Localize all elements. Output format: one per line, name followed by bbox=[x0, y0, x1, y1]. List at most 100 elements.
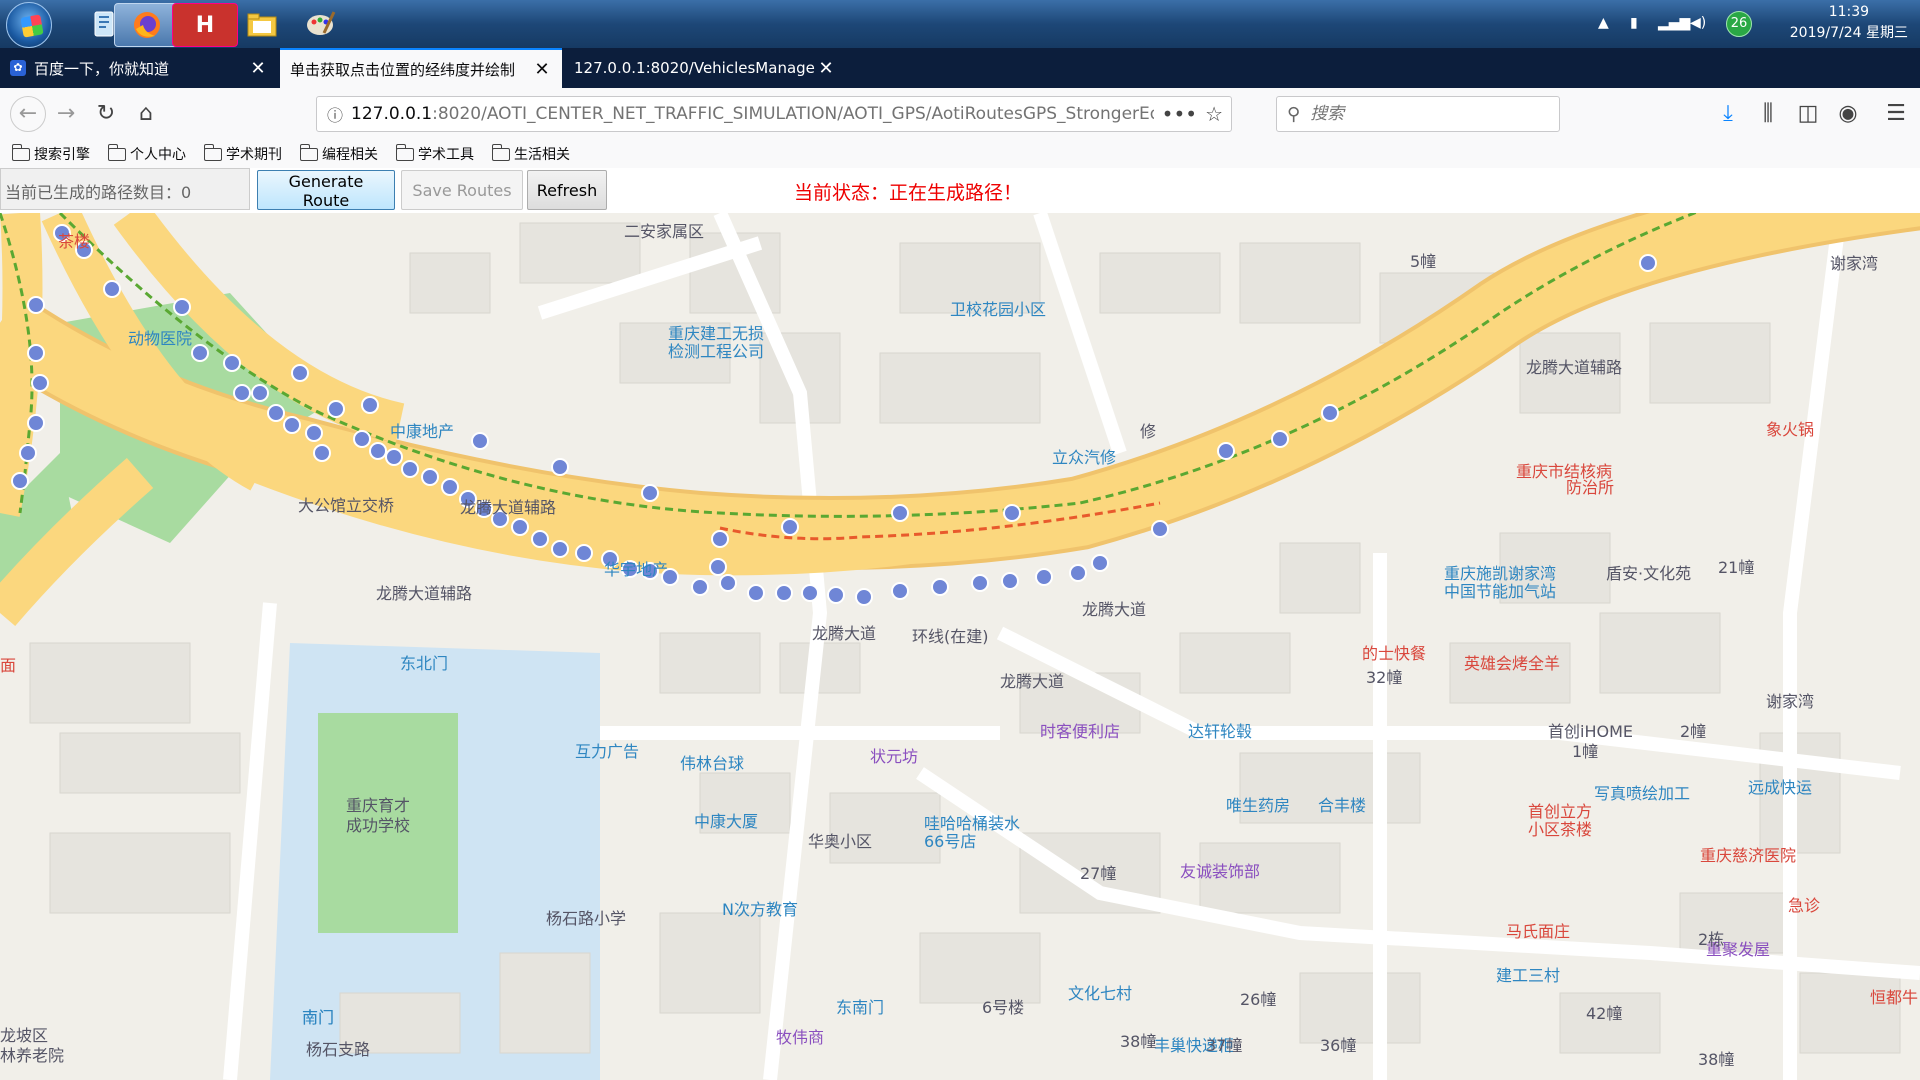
route-waypoint-marker[interactable] bbox=[27, 414, 45, 432]
bookmark-folder-academic-tools[interactable]: 学术工具 bbox=[395, 143, 474, 164]
tab-baidu[interactable]: ✿ 百度一下，你就知道 ✕ bbox=[0, 48, 278, 88]
bookmark-star-icon[interactable]: ☆ bbox=[1205, 102, 1223, 126]
map-label[interactable]: 盾安·文化苑 bbox=[1606, 560, 1691, 584]
map-label[interactable]: 龙腾大道 bbox=[1000, 668, 1064, 692]
map-label[interactable]: 华奥小区 bbox=[808, 828, 872, 852]
map-label[interactable]: 66号店 bbox=[924, 828, 976, 852]
route-waypoint-marker[interactable] bbox=[471, 432, 489, 450]
map-label[interactable]: 38幢 bbox=[1698, 1046, 1734, 1070]
route-waypoint-marker[interactable] bbox=[327, 400, 345, 418]
map-label[interactable]: 36幢 bbox=[1320, 1032, 1356, 1056]
back-arrow-icon[interactable]: ← bbox=[10, 96, 46, 132]
start-button[interactable] bbox=[6, 2, 52, 48]
map-label[interactable]: 龙腾大道 bbox=[812, 620, 876, 644]
map-label[interactable]: 象火锅 bbox=[1766, 416, 1814, 440]
map-label[interactable]: 中康地产 bbox=[390, 418, 454, 442]
map-label[interactable]: 杨石路小学 bbox=[546, 905, 626, 929]
map-label[interactable]: 马氏面庄 bbox=[1506, 918, 1570, 942]
library-icon[interactable]: ⫼ bbox=[1754, 100, 1782, 128]
map-label[interactable]: 5幢 bbox=[1410, 248, 1436, 272]
map-label[interactable]: 写真喷绘加工 bbox=[1594, 780, 1690, 804]
map-label[interactable]: 检测工程公司 bbox=[668, 338, 764, 362]
route-waypoint-marker[interactable] bbox=[775, 584, 793, 602]
map-label[interactable]: 卫校花园小区 bbox=[950, 296, 1046, 320]
close-tab-icon[interactable]: ✕ bbox=[248, 58, 268, 79]
map-label[interactable]: 2幢 bbox=[1680, 718, 1706, 742]
map-label[interactable]: 成功学校 bbox=[346, 812, 410, 836]
close-tab-icon[interactable]: ✕ bbox=[816, 58, 836, 79]
network-signal-icon[interactable]: ▂▄▆ bbox=[1658, 15, 1690, 31]
route-waypoint-marker[interactable] bbox=[971, 574, 989, 592]
route-waypoint-marker[interactable] bbox=[291, 364, 309, 382]
route-waypoint-marker[interactable] bbox=[709, 558, 727, 576]
tray-device-icon[interactable]: ▮ bbox=[1630, 15, 1638, 31]
map-label[interactable]: 状元坊 bbox=[870, 743, 918, 767]
map-label[interactable]: 动物医院 bbox=[128, 325, 192, 349]
route-waypoint-marker[interactable] bbox=[313, 444, 331, 462]
url-text[interactable]: 127.0.0.1:8020/AOTI_CENTER_NET_TRAFFIC_S… bbox=[343, 104, 1154, 124]
route-waypoint-marker[interactable] bbox=[1217, 442, 1235, 460]
route-count-field[interactable]: 当前已生成的路径数目：0 bbox=[0, 168, 250, 210]
account-icon[interactable]: ◉ bbox=[1834, 100, 1862, 128]
route-waypoint-marker[interactable] bbox=[855, 588, 873, 606]
notification-count-badge[interactable]: 26 bbox=[1726, 11, 1752, 37]
bookmark-folder-personal-center[interactable]: 个人中心 bbox=[107, 143, 186, 164]
map-label[interactable]: 达轩轮毂 bbox=[1188, 718, 1252, 742]
map-label[interactable]: 中康大厦 bbox=[694, 808, 758, 832]
route-waypoint-marker[interactable] bbox=[719, 574, 737, 592]
map-label[interactable]: 谢家湾 bbox=[1766, 688, 1814, 712]
bookmark-folder-programming[interactable]: 编程相关 bbox=[299, 143, 378, 164]
map-label[interactable]: 龙腾大道 bbox=[1082, 596, 1146, 620]
route-waypoint-marker[interactable] bbox=[711, 530, 729, 548]
map-label[interactable]: 防治所 bbox=[1566, 474, 1614, 498]
downloads-icon[interactable]: ⤓ bbox=[1714, 100, 1742, 128]
route-waypoint-marker[interactable] bbox=[267, 404, 285, 422]
route-waypoint-marker[interactable] bbox=[27, 296, 45, 314]
route-waypoint-marker[interactable] bbox=[401, 460, 419, 478]
map-label[interactable]: 英雄会烤全羊 bbox=[1464, 650, 1560, 674]
route-waypoint-marker[interactable] bbox=[511, 518, 529, 536]
route-waypoint-marker[interactable] bbox=[1001, 572, 1019, 590]
volume-icon[interactable]: ◀) bbox=[1690, 15, 1706, 31]
reload-icon[interactable]: ↻ bbox=[92, 100, 120, 128]
map-label[interactable]: 面 bbox=[0, 652, 16, 676]
map-label[interactable]: 建工三村 bbox=[1496, 962, 1560, 986]
map-label[interactable]: 牧伟商 bbox=[776, 1024, 824, 1048]
map-label[interactable]: 东北门 bbox=[400, 650, 448, 674]
map-label[interactable]: 二安家属区 bbox=[624, 218, 704, 242]
route-waypoint-marker[interactable] bbox=[353, 430, 371, 448]
route-waypoint-marker[interactable] bbox=[575, 544, 593, 562]
route-waypoint-marker[interactable] bbox=[173, 298, 191, 316]
route-waypoint-marker[interactable] bbox=[801, 584, 819, 602]
map-label[interactable]: 修 bbox=[1140, 418, 1156, 442]
route-waypoint-marker[interactable] bbox=[441, 478, 459, 496]
bookmark-folder-life[interactable]: 生活相关 bbox=[491, 143, 570, 164]
home-icon[interactable]: ⌂ bbox=[132, 100, 160, 128]
map-label[interactable]: 华宇地产 bbox=[604, 556, 668, 580]
map-label[interactable]: 唯生药房 bbox=[1226, 792, 1290, 816]
map-label[interactable]: 茶楼 bbox=[58, 228, 90, 252]
map-label[interactable]: 1幢 bbox=[1572, 738, 1598, 762]
route-waypoint-marker[interactable] bbox=[27, 344, 45, 362]
map-label[interactable]: 大公馆立交桥 bbox=[298, 492, 394, 516]
map-label[interactable]: 互力广告 bbox=[575, 738, 639, 762]
page-actions-icon[interactable]: ••• bbox=[1162, 102, 1197, 126]
route-waypoint-marker[interactable] bbox=[691, 578, 709, 596]
map-label[interactable]: 龙腾大道辅路 bbox=[460, 494, 556, 518]
paint-app-icon[interactable] bbox=[288, 3, 352, 45]
route-waypoint-marker[interactable] bbox=[233, 384, 251, 402]
map-label[interactable]: 龙腾大道辅路 bbox=[376, 580, 472, 604]
map-label[interactable]: 南门 bbox=[302, 1004, 334, 1028]
tray-expand-icon[interactable]: ▲ bbox=[1598, 15, 1609, 31]
map-label[interactable]: 时客便利店 bbox=[1040, 718, 1120, 742]
map-label[interactable]: 远成快运 bbox=[1748, 774, 1812, 798]
route-waypoint-marker[interactable] bbox=[827, 586, 845, 604]
sidebar-icon[interactable]: ◫ bbox=[1794, 100, 1822, 128]
map-label[interactable]: 37幢 bbox=[1206, 1032, 1242, 1056]
route-waypoint-marker[interactable] bbox=[361, 396, 379, 414]
map-label[interactable]: 急诊 bbox=[1788, 892, 1820, 916]
route-waypoint-marker[interactable] bbox=[1003, 504, 1021, 522]
generate-route-button[interactable]: Generate Route bbox=[257, 170, 395, 210]
map-label[interactable]: 27幢 bbox=[1080, 860, 1116, 884]
map-label[interactable]: 环线(在建) bbox=[912, 623, 989, 647]
